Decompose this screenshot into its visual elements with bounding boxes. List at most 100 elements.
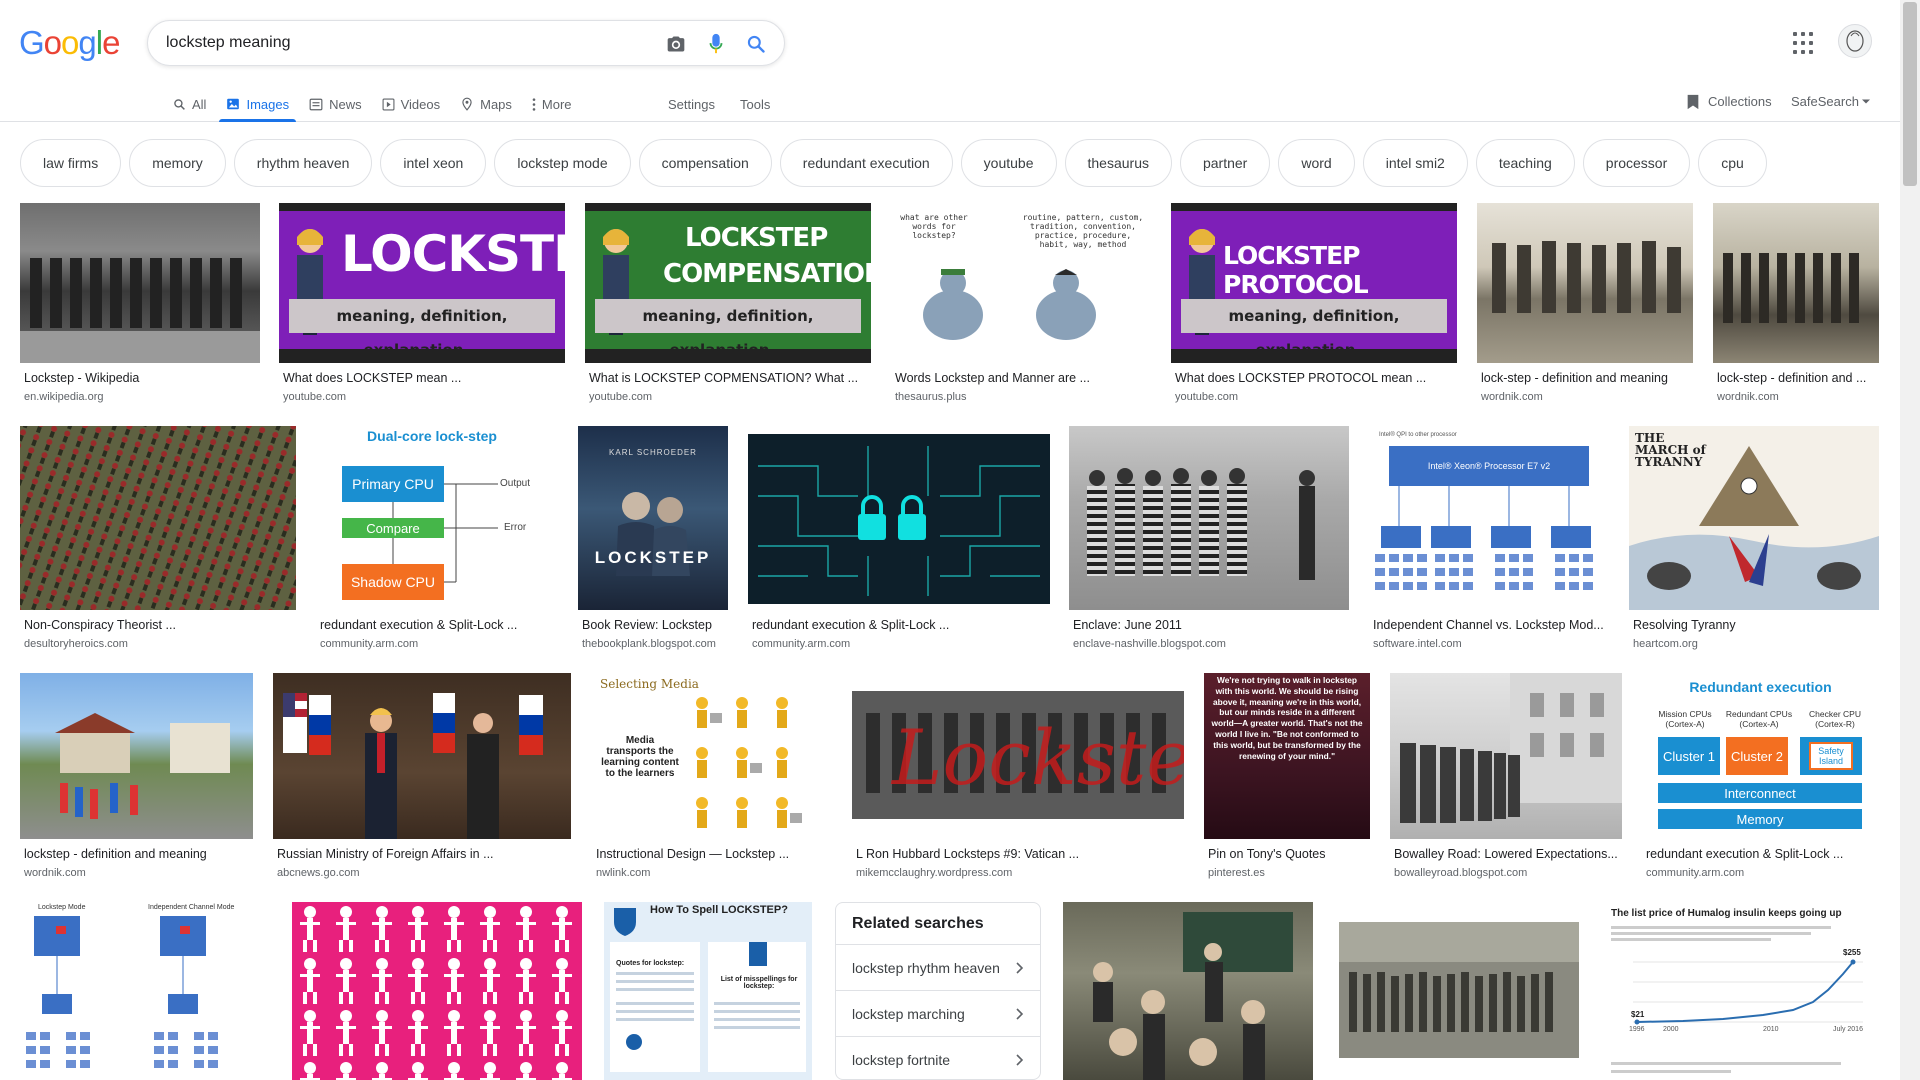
settings-link[interactable]: Settings — [668, 86, 715, 122]
result-card[interactable]: How To Spell LOCKSTEP? Quotes for lockst… — [604, 902, 812, 1080]
result-card[interactable]: LOCKSTEP meaning, definition, explanatio… — [279, 203, 565, 403]
chip-redundant-execution[interactable]: redundant execution — [779, 139, 953, 187]
pattern-illustration — [292, 902, 582, 1080]
microphone-icon[interactable] — [704, 32, 728, 56]
result-card[interactable]: Intel® QPI to other processor Intel® Xeo… — [1369, 426, 1609, 654]
result-thumbnail — [1335, 902, 1583, 1080]
camera-icon[interactable] — [664, 32, 688, 56]
chip-partner[interactable]: partner — [1179, 139, 1271, 187]
tab-maps[interactable]: Maps — [453, 86, 519, 122]
avatar[interactable] — [1838, 24, 1872, 58]
chip-law-firms[interactable]: law firms — [20, 139, 122, 187]
chip-cpu[interactable]: cpu — [1698, 139, 1767, 187]
result-card[interactable]: redundant execution & Split-Lock ... com… — [748, 426, 1050, 654]
apps-grid-icon[interactable] — [1793, 32, 1817, 56]
chip-teaching[interactable]: teaching — [1475, 139, 1575, 187]
result-thumbnail: THE MARCH of TYRANNY — [1629, 426, 1879, 610]
result-card[interactable]: lock-step - definition and ... wordnik.c… — [1713, 203, 1879, 403]
result-card[interactable]: Selecting Media Media transports the lea… — [592, 673, 832, 883]
result-caption: Russian Ministry of Foreign Affairs in .… — [277, 847, 494, 861]
page-scrollbar[interactable] — [1900, 0, 1920, 1080]
result-thumbnail: Lockstep Mode Independent Channel Mode — [20, 902, 270, 1080]
chip-intel-xeon[interactable]: intel xeon — [380, 139, 487, 187]
chip-thesaurus[interactable]: thesaurus — [1064, 139, 1172, 187]
result-card[interactable]: We're not trying to walk in lockstep wit… — [1204, 673, 1370, 883]
chip-memory[interactable]: memory — [129, 139, 226, 187]
chip-processor[interactable]: processor — [1582, 139, 1691, 187]
result-card[interactable]: Dual-core lock-step Primary CPU Compare … — [316, 426, 558, 654]
result-caption: Enclave: June 2011 — [1073, 618, 1182, 632]
chip-intel-smi2[interactable]: intel smi2 — [1362, 139, 1468, 187]
tab-all[interactable]: All — [166, 86, 213, 122]
related-search-item[interactable]: lockstep rhythm heaven — [836, 945, 1040, 991]
result-thumbnail — [1477, 203, 1693, 363]
chip-youtube[interactable]: youtube — [960, 139, 1057, 187]
search-icon[interactable] — [744, 32, 768, 56]
chip-compensation[interactable]: compensation — [638, 139, 772, 187]
tab-news[interactable]: News — [302, 86, 369, 122]
diagram-label: Mission CPUs (Cortex-A) — [1658, 709, 1712, 729]
book-title: LOCKSTEP — [594, 548, 712, 567]
banner-title-2: COMPENSATION — [663, 259, 871, 289]
result-caption: Instructional Design — Lockstep ... — [596, 847, 790, 861]
chart-label: 1996 — [1629, 1026, 1645, 1033]
result-source: nwlink.com — [596, 867, 651, 879]
google-logo[interactable]: Google — [19, 24, 120, 62]
result-card[interactable]: LOCKSTEP PROTOCOL meaning, definition, e… — [1171, 203, 1457, 403]
result-thumbnail: LOCKSTEP meaning, definition, explanatio… — [279, 203, 565, 363]
result-card[interactable]: THE MARCH of TYRANNY Resolving Tyranny h… — [1629, 426, 1879, 654]
scrollbar-thumb[interactable] — [1903, 2, 1917, 186]
result-caption: Pin on Tony's Quotes — [1208, 847, 1326, 861]
result-thumbnail: Selecting Media Media transports the lea… — [592, 673, 832, 839]
result-card[interactable]: KARL SCHROEDER LOCKSTEP Book Review: Loc… — [578, 426, 728, 654]
collections-label: Collections — [1708, 94, 1772, 109]
result-source: community.arm.com — [320, 638, 419, 650]
result-card[interactable]: Lockstep L Ron Hubbard Locksteps #9: Vat… — [852, 673, 1184, 883]
related-search-item[interactable]: lockstep marching — [836, 991, 1040, 1037]
result-thumbnail — [273, 673, 571, 839]
tab-label: News — [329, 96, 362, 112]
result-thumbnail — [1069, 426, 1349, 610]
result-caption: L Ron Hubbard Locksteps #9: Vatican ... — [856, 847, 1080, 861]
chip-word[interactable]: word — [1278, 139, 1355, 187]
tools-link[interactable]: Tools — [740, 86, 770, 122]
diagram-label: Error — [504, 522, 527, 533]
prisoners-photo — [1087, 468, 1315, 580]
collections-link[interactable]: Collections — [1686, 89, 1772, 114]
diagram-box: Safety Island — [1809, 742, 1853, 770]
tab-more[interactable]: More — [525, 86, 579, 122]
result-card[interactable]: Russian Ministry of Foreign Affairs in .… — [273, 673, 571, 883]
result-source: thesaurus.plus — [895, 391, 967, 403]
result-card[interactable]: lockstep - definition and meaning wordni… — [20, 673, 253, 883]
result-card[interactable]: The list price of Humalog insulin keeps … — [1603, 902, 1879, 1080]
result-card[interactable]: LOCKSTEP COMPENSATION meaning, definitio… — [585, 203, 871, 403]
result-card[interactable] — [1335, 902, 1583, 1080]
result-card[interactable]: lock-step - definition and meaning wordn… — [1477, 203, 1693, 403]
result-card[interactable] — [1063, 902, 1313, 1080]
related-search-item[interactable]: lockstep fortnite — [836, 1037, 1040, 1079]
tab-images[interactable]: Images — [219, 86, 296, 122]
political-cartoon — [1629, 446, 1879, 610]
chip-lockstep-mode[interactable]: lockstep mode — [494, 139, 631, 187]
tab-label: More — [541, 96, 572, 112]
result-source: youtube.com — [283, 391, 346, 403]
result-card[interactable]: Lockstep - Wikipedia en.wikipedia.org — [20, 203, 260, 403]
tab-videos[interactable]: Videos — [375, 86, 448, 122]
safesearch-dropdown[interactable]: SafeSearch — [1791, 89, 1870, 114]
result-card[interactable]: what are other words for lockstep? routi… — [891, 203, 1151, 403]
result-card[interactable]: Enclave: June 2011 enclave-nashville.blo… — [1069, 426, 1349, 654]
logo-letter: G — [19, 24, 45, 61]
result-card[interactable]: Non-Conspiracy Theorist ... desultoryher… — [20, 426, 296, 654]
result-caption: lockstep - definition and meaning — [24, 847, 207, 861]
result-card[interactable]: Redundant execution Mission CPUs (Cortex… — [1642, 673, 1879, 883]
banner-subtitle: meaning, definition, explanation... — [1181, 299, 1447, 359]
chip-rhythm-heaven[interactable]: rhythm heaven — [233, 139, 373, 187]
result-card[interactable] — [292, 902, 582, 1080]
result-card[interactable]: Lockstep Mode Independent Channel Mode — [20, 902, 270, 1080]
result-caption: redundant execution & Split-Lock ... — [1646, 847, 1844, 861]
result-thumbnail: what are other words for lockstep? routi… — [891, 203, 1151, 363]
search-input[interactable] — [166, 32, 636, 54]
result-card[interactable]: Bowalley Road: Lowered Expectations... b… — [1390, 673, 1622, 883]
lockstep-overlay-text: Lockstep — [892, 713, 1184, 802]
search-tabs: All Images News Videos Maps More — [166, 86, 585, 122]
